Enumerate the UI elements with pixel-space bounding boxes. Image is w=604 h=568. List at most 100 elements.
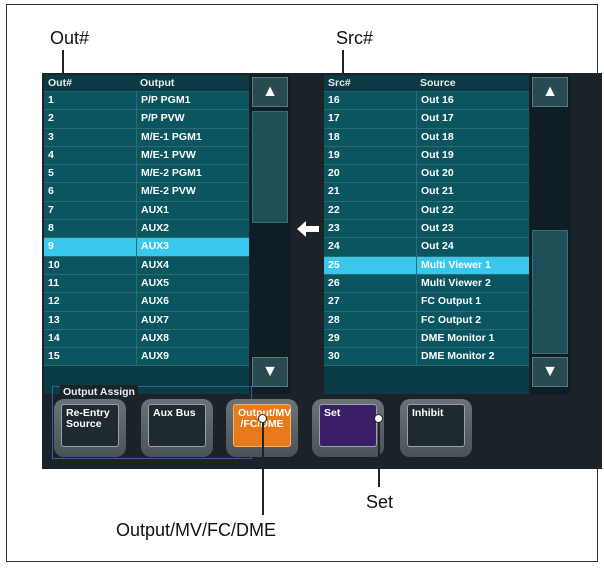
callout-out-num: Out#: [50, 28, 90, 48]
source-row-name: Out 21: [416, 183, 529, 201]
source-scroll-up-button[interactable]: ▲: [532, 77, 568, 107]
output-scrollbar[interactable]: ▲ ▼: [250, 75, 290, 394]
set-button[interactable]: Set: [312, 399, 384, 457]
source-row[interactable]: 17 Out 17: [324, 110, 529, 129]
callout-set: Set: [366, 492, 394, 512]
output-row-name: M/E-1 PGM1: [136, 128, 249, 146]
output-header: Output: [140, 77, 175, 89]
output-row-name: AUX4: [136, 256, 249, 274]
source-row-number: 22: [328, 203, 340, 216]
output-table-header: Out# Output: [44, 75, 249, 92]
output-row[interactable]: 12 AUX6: [44, 293, 249, 312]
triangle-up-icon: ▲: [262, 83, 278, 100]
output-row[interactable]: 7 AUX1: [44, 201, 249, 221]
source-row[interactable]: 16 Out 16: [324, 92, 529, 111]
source-row[interactable]: 25 Multi Viewer 1: [324, 256, 529, 275]
output-row-name: P/P PGM1: [136, 92, 249, 110]
switcher-screen: Out# Output 1 P/P PGM1 2 P/P PVW 3 M/E-1 PGM1…: [42, 73, 602, 469]
output-row-number: 6: [48, 185, 54, 198]
source-row[interactable]: 29 DME Monitor 1: [324, 329, 529, 349]
source-row[interactable]: 26 Multi Viewer 2: [324, 274, 529, 294]
source-row-number: 26: [328, 276, 340, 289]
output-row-number: 7: [48, 203, 54, 216]
source-scroll-thumb[interactable]: [532, 230, 568, 354]
output-row-name: AUX7: [136, 311, 249, 329]
output-row-number: 13: [48, 313, 60, 326]
source-row[interactable]: 30 DME Monitor 2: [324, 348, 529, 367]
output-row[interactable]: 14 AUX8: [44, 329, 249, 349]
source-row[interactable]: 28 FC Output 2: [324, 311, 529, 330]
output-scroll-thumb[interactable]: [252, 111, 288, 223]
output-rows: 1 P/P PGM1 2 P/P PVW 3 M/E-1 PGM1 4 M/E-1 PVW 5 M…: [44, 92, 249, 367]
src-num-header: Src#: [328, 77, 351, 89]
source-row-name: DME Monitor 1: [416, 329, 529, 348]
output-row[interactable]: 13 AUX7: [44, 311, 249, 330]
source-row[interactable]: 20 Out 20: [324, 165, 529, 184]
output-row[interactable]: 5 M/E-2 PGM1: [44, 165, 249, 184]
output-row-number: 14: [48, 331, 60, 344]
source-row[interactable]: 21 Out 21: [324, 183, 529, 202]
source-row-number: 16: [328, 94, 340, 106]
source-header: Source: [420, 77, 456, 89]
re-entry-source-button[interactable]: Re-Entry Source: [54, 399, 126, 457]
source-row-name: DME Monitor 2: [416, 348, 529, 366]
inhibit-button[interactable]: Inhibit: [400, 399, 472, 457]
output-row[interactable]: 9 AUX3: [44, 238, 249, 257]
callout-output-mv-fc-dme: Output/MV/FC/DME: [116, 520, 277, 540]
output-row[interactable]: 15 AUX9: [44, 348, 249, 367]
output-row-name: AUX1: [136, 201, 249, 220]
output-row-number: 12: [48, 295, 60, 308]
leader-output: [262, 423, 264, 515]
output-row-name: AUX6: [136, 293, 249, 311]
output-row-name: AUX5: [136, 274, 249, 293]
aux-bus-button[interactable]: Aux Bus: [141, 399, 213, 457]
source-row-name: Out 18: [416, 128, 529, 146]
output-scroll-up-button[interactable]: ▲: [252, 77, 288, 107]
output-row[interactable]: 3 M/E-1 PGM1: [44, 128, 249, 147]
output-row[interactable]: 6 M/E-2 PVW: [44, 183, 249, 202]
output-row[interactable]: 8 AUX2: [44, 220, 249, 239]
output-row[interactable]: 1 P/P PGM1: [44, 92, 249, 111]
source-row[interactable]: 23 Out 23: [324, 220, 529, 239]
set-label: Set: [319, 404, 377, 447]
source-row-number: 19: [328, 148, 340, 161]
source-row-number: 21: [328, 185, 340, 198]
output-row[interactable]: 10 AUX4: [44, 256, 249, 275]
source-row-name: FC Output 1: [416, 293, 529, 311]
source-rows: 16 Out 16 17 Out 17 18 Out 18 19 Out 19 20 Out 20…: [324, 92, 529, 367]
output-scroll-down-button[interactable]: ▼: [252, 357, 288, 387]
source-row-number: 17: [328, 112, 340, 125]
out-num-header: Out#: [48, 77, 72, 89]
source-row-number: 30: [328, 350, 340, 363]
source-scrollbar[interactable]: ▲ ▼: [530, 75, 570, 394]
output-row-number: 3: [48, 130, 54, 143]
source-row-name: Out 22: [416, 201, 529, 220]
source-row[interactable]: 18 Out 18: [324, 128, 529, 147]
callout-dot-set: [374, 414, 383, 423]
output-row-name: AUX9: [136, 348, 249, 366]
source-row-name: Out 16: [416, 92, 529, 110]
output-row[interactable]: 2 P/P PVW: [44, 110, 249, 129]
source-scroll-down-button[interactable]: ▼: [532, 357, 568, 387]
output-row-name: AUX8: [136, 329, 249, 348]
source-row-number: 23: [328, 222, 340, 235]
source-row-number: 25: [328, 258, 340, 271]
source-row[interactable]: 19 Out 19: [324, 146, 529, 166]
output-assign-label: Output Assign: [60, 385, 138, 399]
output-row-name: M/E-2 PGM1: [136, 165, 249, 183]
triangle-up-icon: ▲: [542, 83, 558, 100]
output-row-number: 11: [48, 276, 60, 289]
output-row[interactable]: 4 M/E-1 PVW: [44, 146, 249, 166]
callout-src-num: Src#: [336, 28, 374, 48]
source-row-name: Out 19: [416, 146, 529, 165]
output-row-number: 1: [48, 94, 54, 106]
output-row[interactable]: 11 AUX5: [44, 274, 249, 294]
source-row[interactable]: 27 FC Output 1: [324, 293, 529, 312]
callout-dot-output: [258, 414, 267, 423]
source-row[interactable]: 22 Out 22: [324, 201, 529, 221]
source-row-number: 20: [328, 167, 340, 180]
source-row[interactable]: 24 Out 24: [324, 238, 529, 257]
source-row-name: Out 23: [416, 220, 529, 238]
source-row-number: 29: [328, 331, 340, 344]
source-row-name: Multi Viewer 2: [416, 274, 529, 293]
